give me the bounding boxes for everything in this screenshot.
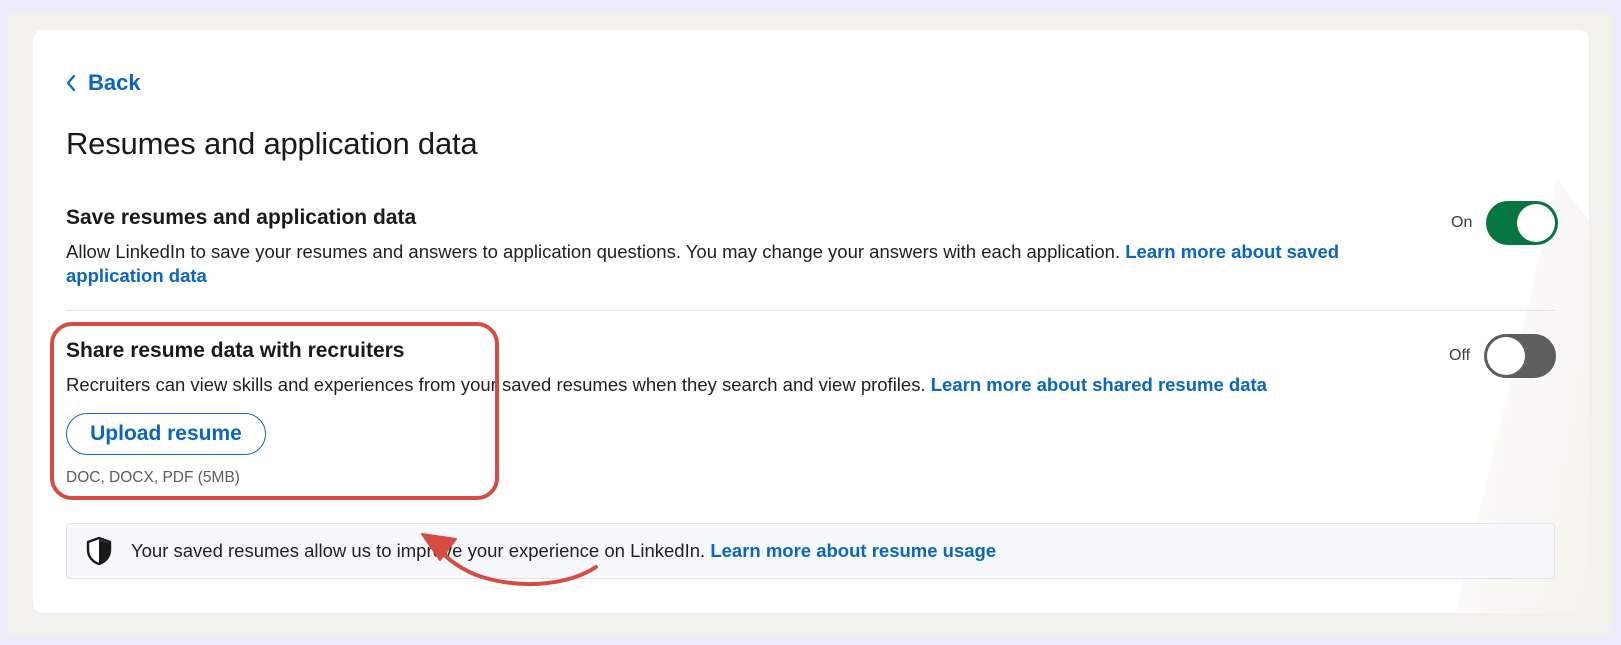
section-divider xyxy=(66,310,1555,311)
share-resume-toggle-group: Off xyxy=(1449,334,1557,378)
accepted-formats: DOC, DOCX, PDF (5MB) xyxy=(66,469,240,486)
page-title: Resumes and application data xyxy=(66,126,478,161)
save-resumes-toggle-state: On xyxy=(1451,214,1473,231)
save-resumes-description-text: Allow LinkedIn to save your resumes and … xyxy=(66,241,1121,262)
chevron-left-icon xyxy=(66,74,76,92)
save-resumes-setting: Save resumes and application data Allow … xyxy=(66,206,1556,288)
notice-message: Your saved resumes allow us to improve y… xyxy=(131,540,706,561)
save-resumes-toggle-group: On xyxy=(1451,201,1559,245)
save-resumes-title: Save resumes and application data xyxy=(66,206,417,229)
save-resumes-description: Allow LinkedIn to save your resumes and … xyxy=(66,240,1396,288)
share-resume-toggle-state: Off xyxy=(1449,347,1471,364)
share-resume-toggle[interactable] xyxy=(1484,334,1557,378)
toggle-knob xyxy=(1517,204,1556,242)
learn-more-shared-data-link[interactable]: Learn more about shared resume data xyxy=(931,374,1267,395)
learn-more-resume-usage-link[interactable]: Learn more about resume usage xyxy=(710,540,996,561)
back-label: Back xyxy=(88,70,141,95)
save-resumes-toggle[interactable] xyxy=(1486,201,1559,245)
share-resume-description: Recruiters can view skills and experienc… xyxy=(66,373,1426,397)
share-resume-description-text: Recruiters can view skills and experienc… xyxy=(66,374,926,395)
share-resume-title: Share resume data with recruiters xyxy=(66,339,405,362)
back-link[interactable]: Back xyxy=(66,70,141,96)
toggle-knob xyxy=(1487,337,1526,375)
share-resume-setting: Share resume data with recruiters Recrui… xyxy=(66,339,1556,397)
resume-usage-notice: Your saved resumes allow us to improve y… xyxy=(66,523,1555,579)
shield-icon xyxy=(86,536,112,566)
upload-resume-button[interactable]: Upload resume xyxy=(66,413,266,455)
notice-text: Your saved resumes allow us to improve y… xyxy=(131,540,996,562)
